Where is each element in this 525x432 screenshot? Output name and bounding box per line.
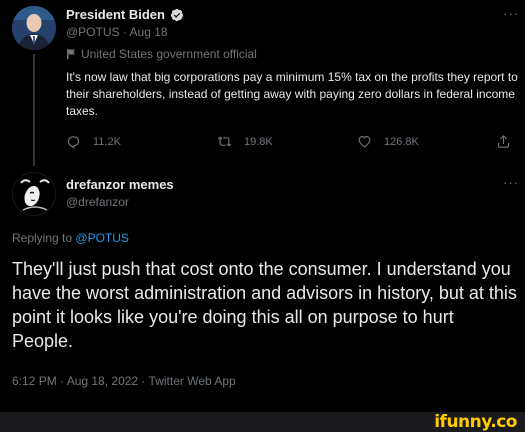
share-icon	[497, 135, 510, 148]
parent-display-name[interactable]: President Biden	[66, 7, 165, 22]
reply-count: 11.2K	[93, 135, 121, 148]
like-count: 126.8K	[384, 135, 419, 148]
retweet-count: 19.8K	[244, 135, 273, 148]
replying-to-link[interactable]: @POTUS	[75, 231, 129, 245]
replying-to-prefix: Replying to	[12, 231, 73, 245]
reply-tweet-text: They'll just push that cost onto the con…	[12, 259, 517, 351]
verified-badge-icon	[170, 8, 184, 22]
portrait-avatar-icon	[13, 173, 55, 215]
ifunny-watermark-logo: ifunny.co	[434, 412, 517, 432]
reply-more-button[interactable]: ···	[503, 175, 519, 190]
parent-handle-date[interactable]: @POTUS · Aug 18	[66, 25, 168, 39]
heart-icon	[358, 135, 371, 148]
like-button[interactable]: 126.8K	[357, 134, 419, 149]
flag-icon	[67, 49, 75, 59]
reply-handle[interactable]: @drefanzor	[66, 195, 129, 209]
reply-display-name[interactable]: drefanzor memes	[66, 177, 174, 192]
replying-to-line: Replying to @POTUS	[12, 231, 129, 245]
reply-button[interactable]: 11.2K	[66, 134, 121, 149]
person-avatar-icon	[12, 6, 56, 50]
avatar[interactable]	[12, 6, 56, 50]
share-button[interactable]	[496, 134, 523, 149]
parent-more-button[interactable]: ···	[503, 6, 519, 21]
reply-icon	[67, 136, 80, 149]
thread-connector-line	[33, 54, 35, 166]
retweet-button[interactable]: 19.8K	[217, 134, 273, 149]
watermark-bar: ifunny.co	[0, 412, 525, 432]
parent-tweet-text: It's now law that big corporations pay a…	[66, 70, 518, 118]
tweet-thread: President Biden @POTUS · Aug 18 ··· Unit…	[0, 0, 525, 412]
avatar[interactable]	[12, 172, 56, 216]
government-label-text: United States government official	[81, 47, 257, 61]
retweet-icon	[217, 136, 232, 147]
reply-timestamp-source[interactable]: 6:12 PM · Aug 18, 2022 · Twitter Web App	[12, 374, 236, 388]
government-label: United States government official	[66, 47, 257, 61]
